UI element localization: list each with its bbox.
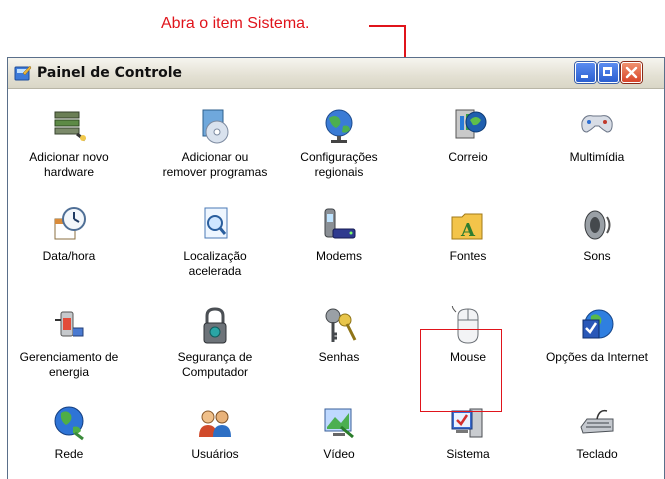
svg-text:A: A [460,220,476,241]
mail-icon [455,109,487,139]
callout-line [369,25,406,27]
power-icon [55,311,84,337]
item-label: Usuários [191,447,239,461]
search-document-icon [204,207,228,239]
item-label: Segurança de Computador [177,350,253,379]
close-icon [625,66,638,79]
display-icon [324,408,354,439]
close-button[interactable] [621,62,642,83]
users-icon [199,410,231,437]
keyboard-icon [580,409,614,434]
keys-icon [325,308,357,342]
item-label: Vídeo [323,447,355,461]
add-remove-programs-icon [202,109,229,144]
item-label: Adicionar ou remover programas [162,150,268,179]
clock-icon [54,207,86,240]
control-panel-window: Painel de Controle Adicionar novo hardwa… [7,57,665,479]
minimize-button[interactable] [575,62,596,83]
item-label: Correio [448,150,488,164]
internet-options-icon [582,309,614,339]
item-label: Modems [315,249,362,263]
callout-text: Abra o item Sistema. [161,15,310,32]
sistema-highlight-box [420,329,502,412]
fonts-folder-icon: A [451,213,483,241]
window-titlebar[interactable]: Painel de Controle [8,58,664,89]
globe-icon [325,109,353,143]
item-label: Rede [54,447,84,461]
item-label: Sistema [446,447,490,461]
control-panel-icon [14,65,32,81]
icons-grid: Adicionar novo hardware Adicionar ou rem… [8,89,664,479]
item-label: Localização acelerada [183,249,247,278]
item-label: Gerenciamento de energia [19,350,119,379]
padlock-icon [203,307,227,344]
minimize-icon [581,75,588,78]
item-label: Sons [583,249,611,263]
item-label: Senhas [318,350,360,364]
modem-icon [324,208,356,239]
network-globe-icon [54,406,84,441]
item-label: Teclado [576,447,618,461]
gamepad-icon [581,115,613,133]
item-label: Fontes [449,249,487,263]
hardware-icon [54,111,86,142]
maximize-icon [603,67,612,76]
window-title: Painel de Controle [37,65,183,81]
item-label: Adicionar novo hardware [29,150,109,179]
item-label: Data/hora [42,249,96,263]
item-label: Opções da Internet [545,350,649,364]
item-label: Multimídia [569,150,625,164]
item-label: Configurações regionais [300,150,378,179]
maximize-button[interactable] [598,62,619,83]
speaker-icon [584,210,611,240]
